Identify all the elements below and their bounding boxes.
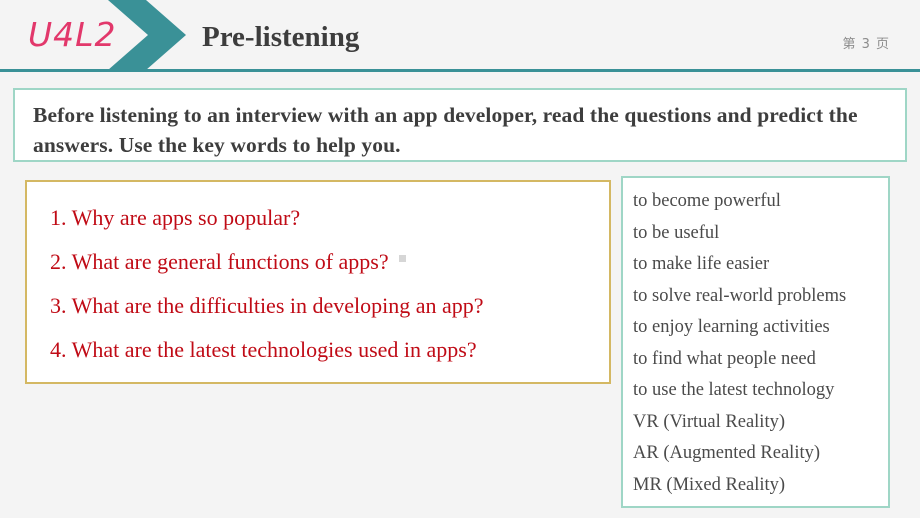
questions-box: 1. Why are apps so popular? 2. What are … <box>25 180 611 384</box>
question-text: 1. Why are apps so popular? <box>50 205 301 230</box>
question-item: 4. What are the latest technologies used… <box>43 328 593 372</box>
lesson-code-label: U4L2 <box>28 15 117 54</box>
keywords-box: to become powerful to be useful to make … <box>621 176 890 508</box>
keyword-item: to be useful <box>633 222 720 243</box>
slide-root: U4L2 Pre-listening 第 3 页 Before listenin… <box>0 0 920 518</box>
instruction-box: Before listening to an interview with an… <box>13 88 907 162</box>
chevron-right-icon <box>108 0 188 70</box>
keyword-item: to become powerful <box>633 191 781 211</box>
header-divider <box>0 69 920 72</box>
keyword-item: to make life easier <box>633 254 770 274</box>
keyword-item: MR (Mixed Reality) <box>633 474 786 495</box>
keyword-item: to find what people need <box>633 348 816 369</box>
question-item: 3. What are the difficulties in developi… <box>43 284 593 328</box>
keyword-item: VR (Virtual Reality) <box>633 411 785 432</box>
keyword-item: to enjoy learning activities <box>633 317 830 337</box>
keyword-item: to solve real-world problems <box>633 285 847 306</box>
slide-header: U4L2 Pre-listening 第 3 页 <box>0 0 920 72</box>
keyword-item: to use the latest technology <box>633 380 835 400</box>
question-text: 3. What are the difficulties in developi… <box>50 293 484 318</box>
page-number-label: 第 3 页 <box>842 37 890 52</box>
page-title: Pre-listening <box>202 21 360 53</box>
question-item: 1. Why are apps so popular? <box>43 196 593 240</box>
question-text: 4. What are the latest technologies used… <box>50 337 477 362</box>
keyword-item: AR (Augmented Reality) <box>633 443 821 463</box>
question-text: 2. What are general functions of apps? <box>50 249 389 274</box>
gray-square-artifact <box>398 255 406 262</box>
question-item: 2. What are general functions of apps? <box>43 240 593 284</box>
instruction-text: Before listening to an interview with an… <box>33 103 858 157</box>
